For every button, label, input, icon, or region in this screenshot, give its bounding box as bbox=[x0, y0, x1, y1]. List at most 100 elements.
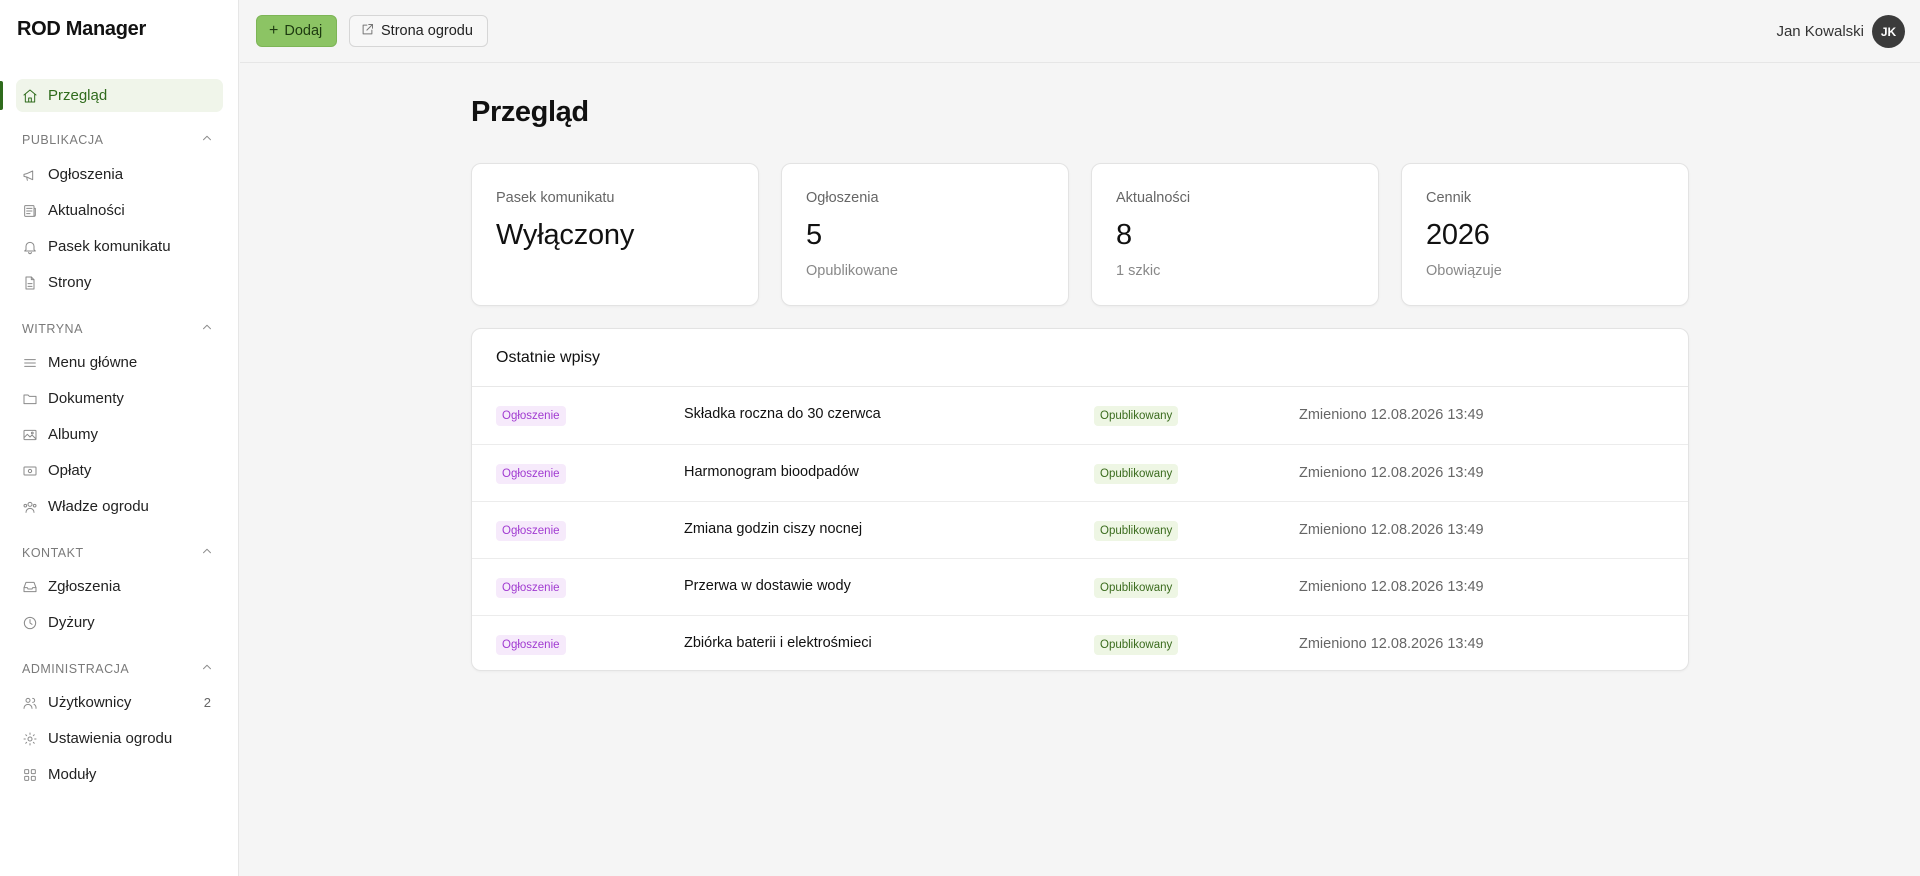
avatar: JK bbox=[1872, 15, 1905, 48]
sidebar-item-label: Użytkownicy bbox=[48, 694, 132, 711]
table-row[interactable]: Ogłoszenie Przerwa w dostawie wody Opubl… bbox=[472, 558, 1688, 615]
image-icon bbox=[22, 427, 38, 443]
modified-date: Zmieniono 12.08.2026 13:49 bbox=[1299, 407, 1484, 423]
sidebar-item-label: Ogłoszenia bbox=[48, 166, 124, 183]
users-icon bbox=[22, 695, 38, 711]
section-toggle-administracja[interactable]: ADMINISTRACJA bbox=[22, 660, 214, 678]
modified-date: Zmieniono 12.08.2026 13:49 bbox=[1299, 522, 1484, 538]
sidebar-item-label: Władze ogrodu bbox=[48, 498, 149, 515]
table-row[interactable]: Ogłoszenie Harmonogram bioodpadów Opubli… bbox=[472, 444, 1688, 501]
sidebar-item-announcements[interactable]: Ogłoszenia bbox=[16, 158, 223, 191]
sidebar-item-garden-settings[interactable]: Ustawienia ogrodu bbox=[16, 722, 223, 755]
card-value: 8 bbox=[1116, 219, 1132, 251]
sidebar-item-label: Pasek komunikatu bbox=[48, 238, 171, 255]
gear-icon bbox=[22, 731, 38, 747]
grid-icon bbox=[22, 767, 38, 783]
stat-card-announcements[interactable]: Ogłoszenia 5 Opublikowane bbox=[781, 163, 1069, 306]
sidebar-item-label: Przegląd bbox=[48, 87, 108, 104]
sidebar-item-label: Zgłoszenia bbox=[48, 578, 121, 595]
entry-title[interactable]: Harmonogram bioodpadów bbox=[684, 464, 859, 480]
card-subtext: 1 szkic bbox=[1116, 263, 1161, 279]
chevron-up-icon bbox=[200, 660, 214, 679]
add-button-label: Dodaj bbox=[284, 23, 323, 39]
chevron-up-icon bbox=[200, 131, 214, 150]
table-row[interactable]: Ogłoszenie Zmiana godzin ciszy nocnej Op… bbox=[472, 501, 1688, 558]
sidebar-item-label: Strony bbox=[48, 274, 92, 291]
status-badge: Opublikowany bbox=[1094, 406, 1179, 426]
sidebar-item-label: Dyżury bbox=[48, 614, 95, 631]
modified-date: Zmieniono 12.08.2026 13:49 bbox=[1299, 636, 1484, 652]
status-badge: Opublikowany bbox=[1094, 635, 1179, 655]
sidebar-item-label: Aktualności bbox=[48, 202, 125, 219]
sidebar-item-message-bar[interactable]: Pasek komunikatu bbox=[16, 230, 223, 263]
stat-card-price-list[interactable]: Cennik 2026 Obowiązuje bbox=[1401, 163, 1689, 306]
sidebar-item-documents[interactable]: Dokumenty bbox=[16, 382, 223, 415]
stat-card-news[interactable]: Aktualności 8 1 szkic bbox=[1091, 163, 1379, 306]
table-row[interactable]: Ogłoszenie Składka roczna do 30 czerwca … bbox=[472, 387, 1688, 444]
sidebar-item-albums[interactable]: Albumy bbox=[16, 418, 223, 451]
sidebar-item-label: Menu główne bbox=[48, 354, 138, 371]
table-row[interactable]: Ogłoszenie Zbiórka baterii i elektrośmie… bbox=[472, 615, 1688, 670]
users-round-icon bbox=[22, 499, 38, 515]
entry-title[interactable]: Zbiórka baterii i elektrośmieci bbox=[684, 635, 872, 651]
active-indicator bbox=[0, 81, 3, 110]
recent-entries-panel: Ostatnie wpisy Ogłoszenie Składka roczna… bbox=[471, 328, 1689, 671]
card-label: Cennik bbox=[1426, 190, 1472, 206]
sidebar-item-label: Ustawienia ogrodu bbox=[48, 730, 173, 747]
stat-card-message-bar[interactable]: Pasek komunikatu Wyłączony bbox=[471, 163, 759, 306]
sidebar-item-label: Opłaty bbox=[48, 462, 92, 479]
status-badge: Opublikowany bbox=[1094, 464, 1179, 484]
section-toggle-witryna[interactable]: WITRYNA bbox=[22, 320, 214, 338]
type-badge: Ogłoszenie bbox=[496, 406, 566, 426]
card-label: Pasek komunikatu bbox=[496, 190, 615, 206]
user-menu[interactable]: Jan Kowalski JK bbox=[1776, 15, 1905, 48]
status-badge: Opublikowany bbox=[1094, 521, 1179, 541]
users-count-badge: 2 bbox=[203, 695, 211, 710]
folder-icon bbox=[22, 391, 38, 407]
type-badge: Ogłoszenie bbox=[496, 521, 566, 541]
sidebar-item-duty-hours[interactable]: Dyżury bbox=[16, 606, 223, 639]
card-value: 5 bbox=[806, 219, 822, 251]
home-icon bbox=[22, 88, 38, 104]
clock-icon bbox=[22, 615, 38, 631]
entry-title[interactable]: Zmiana godzin ciszy nocnej bbox=[684, 521, 862, 537]
chevron-up-icon bbox=[200, 320, 214, 339]
type-badge: Ogłoszenie bbox=[496, 464, 566, 484]
sidebar-item-modules[interactable]: Moduły bbox=[16, 758, 223, 791]
sidebar-item-users[interactable]: Użytkownicy 2 bbox=[16, 686, 223, 719]
sidebar-item-label: Dokumenty bbox=[48, 390, 124, 407]
sidebar-item-pages[interactable]: Strony bbox=[16, 266, 223, 299]
bell-icon bbox=[22, 239, 38, 255]
sidebar: ROD Manager Przegląd PUBLIKACJA Ogłoszen… bbox=[0, 0, 239, 876]
garden-site-button[interactable]: Strona ogrodu bbox=[349, 15, 488, 47]
megaphone-icon bbox=[22, 167, 38, 183]
card-value: 2026 bbox=[1426, 219, 1490, 251]
section-toggle-kontakt[interactable]: KONTAKT bbox=[22, 544, 214, 562]
sidebar-item-reports[interactable]: Zgłoszenia bbox=[16, 570, 223, 603]
section-toggle-publikacja[interactable]: PUBLIKACJA bbox=[22, 131, 214, 149]
sidebar-item-garden-board[interactable]: Władze ogrodu bbox=[16, 490, 223, 523]
sidebar-item-label: Moduły bbox=[48, 766, 97, 783]
section-title: PUBLIKACJA bbox=[22, 133, 104, 147]
section-title: KONTAKT bbox=[22, 546, 84, 560]
card-subtext: Opublikowane bbox=[806, 263, 898, 279]
garden-site-label: Strona ogrodu bbox=[381, 23, 473, 39]
entry-title[interactable]: Składka roczna do 30 czerwca bbox=[684, 406, 881, 422]
recent-entries-title: Ostatnie wpisy bbox=[496, 349, 601, 366]
menu-icon bbox=[22, 355, 38, 371]
section-title: ADMINISTRACJA bbox=[22, 662, 130, 676]
entry-title[interactable]: Przerwa w dostawie wody bbox=[684, 578, 851, 594]
card-value: Wyłączony bbox=[496, 219, 635, 251]
sidebar-item-news[interactable]: Aktualności bbox=[16, 194, 223, 227]
sidebar-item-main-menu[interactable]: Menu główne bbox=[16, 346, 223, 379]
brand-logo[interactable]: ROD Manager bbox=[17, 18, 146, 41]
sidebar-item-overview[interactable]: Przegląd bbox=[0, 79, 223, 112]
section-title: WITRYNA bbox=[22, 322, 83, 336]
user-name: Jan Kowalski bbox=[1776, 23, 1864, 40]
external-edit-icon bbox=[360, 22, 381, 41]
newspaper-icon bbox=[22, 203, 38, 219]
sidebar-item-fees[interactable]: Opłaty bbox=[16, 454, 223, 487]
type-badge: Ogłoszenie bbox=[496, 578, 566, 598]
chevron-up-icon bbox=[200, 544, 214, 563]
add-button[interactable]: + Dodaj bbox=[256, 15, 338, 47]
